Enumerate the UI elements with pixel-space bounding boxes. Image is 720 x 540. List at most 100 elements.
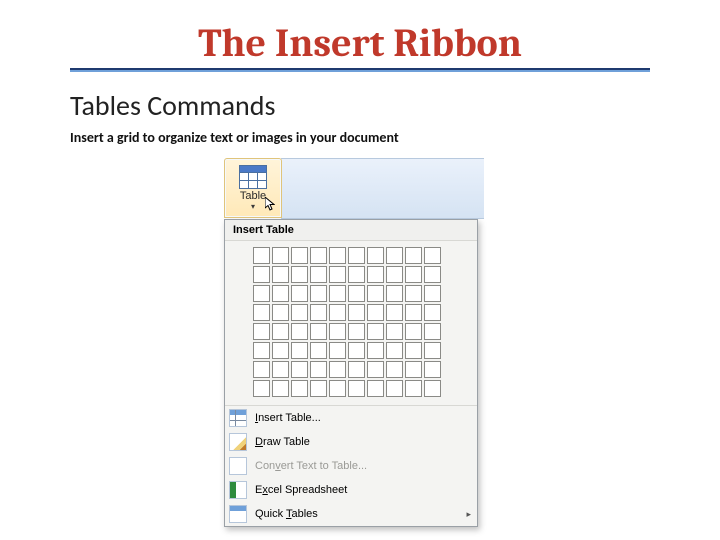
grid-cell[interactable]	[272, 380, 289, 397]
grid-cell[interactable]	[348, 323, 365, 340]
grid-cell[interactable]	[405, 380, 422, 397]
grid-cell[interactable]	[348, 266, 365, 283]
menu-item-insert[interactable]: Insert Table...	[225, 406, 477, 430]
grid-cell[interactable]	[424, 247, 441, 264]
grid-cell[interactable]	[310, 380, 327, 397]
grid-cell[interactable]	[424, 266, 441, 283]
grid-cell[interactable]	[367, 342, 384, 359]
dropdown-header: Insert Table	[225, 220, 477, 241]
grid-cell[interactable]	[367, 323, 384, 340]
grid-cell[interactable]	[386, 285, 403, 302]
grid-cell[interactable]	[386, 304, 403, 321]
grid-cell[interactable]	[291, 304, 308, 321]
grid-cell[interactable]	[386, 247, 403, 264]
grid-cell[interactable]	[272, 266, 289, 283]
grid-cell[interactable]	[253, 266, 270, 283]
grid-cell[interactable]	[272, 247, 289, 264]
grid-cell[interactable]	[367, 361, 384, 378]
grid-cell[interactable]	[386, 380, 403, 397]
slide-description: Insert a grid to organize text or images…	[70, 129, 650, 146]
excel-icon	[229, 481, 247, 499]
slide-subtitle: Tables Commands	[70, 88, 650, 123]
grid-cell[interactable]	[367, 304, 384, 321]
grid-cell[interactable]	[367, 380, 384, 397]
grid-cell[interactable]	[253, 304, 270, 321]
grid-cell[interactable]	[424, 380, 441, 397]
grid-cell[interactable]	[272, 285, 289, 302]
grid-cell[interactable]	[424, 323, 441, 340]
grid-cell[interactable]	[367, 266, 384, 283]
grid-cell[interactable]	[329, 285, 346, 302]
grid-cell[interactable]	[386, 342, 403, 359]
insert-table-grid[interactable]	[253, 247, 469, 397]
grid-cell[interactable]	[253, 342, 270, 359]
grid-cell[interactable]	[348, 380, 365, 397]
insert-table-ui: Table ▾ Insert Table Insert Table... Draw…	[224, 158, 484, 527]
grid-cell[interactable]	[291, 323, 308, 340]
grid-cell[interactable]	[348, 285, 365, 302]
menu-item-convert: Convert Text to Table...	[225, 454, 477, 478]
grid-cell[interactable]	[348, 361, 365, 378]
grid-cell[interactable]	[386, 323, 403, 340]
grid-cell[interactable]	[272, 361, 289, 378]
grid-cell[interactable]	[291, 342, 308, 359]
grid-cell[interactable]	[310, 304, 327, 321]
grid-cell[interactable]	[291, 361, 308, 378]
grid-cell[interactable]	[291, 380, 308, 397]
grid-cell[interactable]	[253, 247, 270, 264]
grid-cell[interactable]	[329, 304, 346, 321]
grid-cell[interactable]	[253, 380, 270, 397]
grid-cell[interactable]	[253, 361, 270, 378]
grid-cell[interactable]	[386, 266, 403, 283]
grid-cell[interactable]	[329, 342, 346, 359]
grid-cell[interactable]	[329, 247, 346, 264]
grid-cell[interactable]	[348, 304, 365, 321]
grid-cell[interactable]	[291, 247, 308, 264]
grid-cell[interactable]	[310, 323, 327, 340]
grid-cell[interactable]	[329, 266, 346, 283]
grid-cell[interactable]	[405, 323, 422, 340]
grid-cell[interactable]	[329, 361, 346, 378]
grid-cell[interactable]	[405, 247, 422, 264]
grid-cell[interactable]	[291, 266, 308, 283]
table-ribbon-button[interactable]: Table ▾	[224, 158, 282, 218]
menu-item-excel[interactable]: Excel Spreadsheet	[225, 478, 477, 502]
grid-cell[interactable]	[405, 266, 422, 283]
grid-cell[interactable]	[405, 342, 422, 359]
grid-cell[interactable]	[310, 361, 327, 378]
grid-cell[interactable]	[424, 361, 441, 378]
grid-cell[interactable]	[405, 304, 422, 321]
menu-item-quick[interactable]: Quick Tables▸	[225, 502, 477, 526]
grid-cell[interactable]	[310, 342, 327, 359]
grid-cell[interactable]	[253, 285, 270, 302]
grid-cell[interactable]	[424, 342, 441, 359]
grid-cell[interactable]	[367, 247, 384, 264]
slide-title: The Insert Ribbon	[70, 20, 650, 66]
grid-cell[interactable]	[272, 304, 289, 321]
grid-cell[interactable]	[272, 342, 289, 359]
grid-cell[interactable]	[348, 342, 365, 359]
grid-cell[interactable]	[329, 380, 346, 397]
grid-cell[interactable]	[424, 285, 441, 302]
grid-cell[interactable]	[367, 285, 384, 302]
menu-item-label: Insert Table...	[255, 412, 471, 424]
cursor-icon	[265, 197, 275, 211]
grid-cell[interactable]	[291, 285, 308, 302]
grid-cell[interactable]	[310, 247, 327, 264]
menu-item-label: Excel Spreadsheet	[255, 484, 471, 496]
quick-icon	[229, 505, 247, 523]
grid-cell[interactable]	[424, 304, 441, 321]
grid-cell[interactable]	[253, 323, 270, 340]
grid-cell[interactable]	[348, 247, 365, 264]
ribbon-background	[281, 158, 484, 219]
grid-cell[interactable]	[386, 361, 403, 378]
grid-cell[interactable]	[310, 266, 327, 283]
grid-cell[interactable]	[405, 285, 422, 302]
chevron-right-icon: ▸	[466, 509, 471, 520]
grid-cell[interactable]	[329, 323, 346, 340]
grid-cell[interactable]	[310, 285, 327, 302]
menu-item-draw[interactable]: Draw Table	[225, 430, 477, 454]
grid-cell[interactable]	[272, 323, 289, 340]
chevron-down-icon: ▾	[251, 203, 255, 211]
grid-cell[interactable]	[405, 361, 422, 378]
